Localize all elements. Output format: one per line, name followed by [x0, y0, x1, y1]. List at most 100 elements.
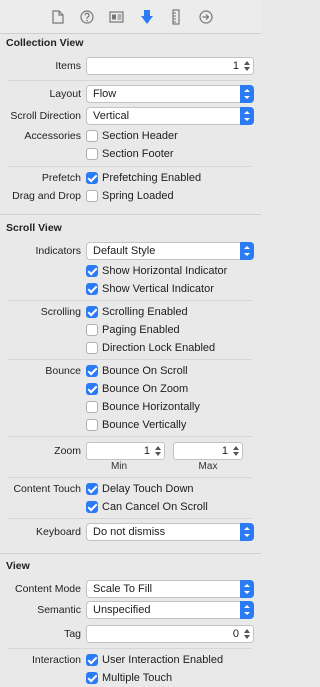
keyboard-label: Keyboard: [36, 526, 81, 538]
paging-enabled-checkbox[interactable]: [86, 324, 98, 336]
attributes-inspector: Collection View Items 1 Layout Flow Scro…: [0, 0, 261, 687]
bounce-vertically-checkbox[interactable]: [86, 419, 98, 431]
layout-popup[interactable]: Flow: [86, 85, 254, 103]
divider: [8, 477, 252, 478]
divider: [8, 648, 252, 649]
keyboard-value: Do not dismiss: [93, 526, 166, 538]
popup-arrows-icon: [240, 242, 254, 260]
section-header-checkbox[interactable]: [86, 130, 98, 142]
section-footer-label: Section Footer: [102, 148, 174, 160]
zoom-label: Zoom: [54, 445, 81, 457]
tag-label: Tag: [64, 628, 81, 640]
prefetch-label: Prefetch: [41, 172, 81, 184]
paging-enabled-label: Paging Enabled: [102, 324, 180, 336]
size-ruler-icon[interactable]: [168, 9, 184, 25]
popup-arrows-icon: [240, 85, 254, 103]
show-vertical-indicator-label: Show Vertical Indicator: [102, 283, 214, 295]
section-footer-checkbox[interactable]: [86, 148, 98, 160]
zoom-max-field[interactable]: 1: [173, 442, 243, 460]
content-mode-value: Scale To Fill: [93, 583, 153, 595]
zoom-min-caption: Min: [110, 461, 128, 472]
user-interaction-enabled-checkbox[interactable]: [86, 654, 98, 666]
zoom-min-field[interactable]: 1: [86, 442, 165, 460]
scroll-direction-value: Vertical: [93, 110, 130, 122]
section-header-label: Section Header: [102, 130, 178, 142]
items-value: 1: [232, 60, 239, 72]
file-icon[interactable]: [50, 9, 66, 25]
delay-touch-down-checkbox[interactable]: [86, 483, 98, 495]
divider: [8, 80, 252, 81]
tag-stepper[interactable]: [242, 627, 252, 641]
divider: [8, 518, 252, 519]
tag-value: 0: [232, 628, 239, 640]
user-interaction-enabled-label: User Interaction Enabled: [102, 654, 224, 666]
show-horizontal-indicator-label: Show Horizontal Indicator: [102, 265, 228, 277]
show-vertical-indicator-checkbox[interactable]: [86, 283, 98, 295]
items-field[interactable]: 1: [86, 57, 254, 75]
scroll-view-header: Scroll View: [6, 222, 62, 234]
indicators-value: Default Style: [93, 245, 156, 257]
zoom-min-value: 1: [143, 445, 150, 457]
accessories-label: Accessories: [24, 130, 81, 142]
scrolling-enabled-checkbox[interactable]: [86, 306, 98, 318]
tag-field[interactable]: 0: [86, 625, 254, 643]
multiple-touch-checkbox[interactable]: [86, 672, 98, 684]
popup-arrows-icon: [240, 523, 254, 541]
zoom-min-stepper[interactable]: [153, 444, 163, 458]
delay-touch-down-label: Delay Touch Down: [102, 483, 194, 495]
identity-icon[interactable]: [108, 9, 124, 25]
layout-label: Layout: [49, 88, 81, 100]
bounce-on-zoom-checkbox[interactable]: [86, 383, 98, 395]
show-horizontal-indicator-checkbox[interactable]: [86, 265, 98, 277]
divider: [8, 359, 252, 360]
bounce-horizontally-label: Bounce Horizontally: [102, 401, 200, 413]
bounce-vertically-label: Bounce Vertically: [102, 419, 187, 431]
scroll-direction-popup[interactable]: Vertical: [86, 107, 254, 125]
direction-lock-checkbox[interactable]: [86, 342, 98, 354]
interaction-label: Interaction: [31, 654, 81, 666]
multiple-touch-label: Multiple Touch: [102, 672, 173, 684]
semantic-popup[interactable]: Unspecified: [86, 601, 254, 619]
zoom-max-stepper[interactable]: [231, 444, 241, 458]
prefetching-enabled-label: Prefetching Enabled: [102, 172, 202, 184]
popup-arrows-icon: [240, 601, 254, 619]
bounce-on-zoom-label: Bounce On Zoom: [102, 383, 189, 395]
spring-loaded-label: Spring Loaded: [102, 190, 174, 202]
items-stepper[interactable]: [242, 59, 252, 73]
indicators-label: Indicators: [35, 245, 81, 257]
collection-view-header: Collection View: [6, 37, 84, 49]
can-cancel-on-scroll-checkbox[interactable]: [86, 501, 98, 513]
divider: [8, 300, 252, 301]
help-icon[interactable]: [79, 9, 95, 25]
scrolling-enabled-label: Scrolling Enabled: [102, 306, 188, 318]
scrolling-label: Scrolling: [40, 306, 81, 318]
bounce-on-scroll-label: Bounce On Scroll: [102, 365, 188, 377]
zoom-max-caption: Max: [198, 461, 218, 472]
popup-arrows-icon: [240, 107, 254, 125]
spring-loaded-checkbox[interactable]: [86, 190, 98, 202]
semantic-label: Semantic: [37, 604, 81, 616]
connections-icon[interactable]: [198, 9, 214, 25]
semantic-value: Unspecified: [93, 604, 151, 616]
popup-arrows-icon: [240, 580, 254, 598]
inspector-toolbar: [0, 0, 261, 34]
divider: [8, 166, 252, 167]
content-mode-popup[interactable]: Scale To Fill: [86, 580, 254, 598]
can-cancel-on-scroll-label: Can Cancel On Scroll: [102, 501, 208, 513]
attributes-icon[interactable]: [139, 9, 155, 25]
view-header: View: [6, 560, 30, 572]
content-touch-label: Content Touch: [13, 483, 81, 495]
direction-lock-label: Direction Lock Enabled: [102, 342, 216, 354]
zoom-max-value: 1: [221, 445, 228, 457]
prefetching-enabled-checkbox[interactable]: [86, 172, 98, 184]
section-separator: [0, 214, 261, 215]
items-label: Items: [55, 60, 81, 72]
indicators-popup[interactable]: Default Style: [86, 242, 254, 260]
layout-value: Flow: [93, 88, 117, 100]
bounce-horizontally-checkbox[interactable]: [86, 401, 98, 413]
bounce-on-scroll-checkbox[interactable]: [86, 365, 98, 377]
scroll-direction-label: Scroll Direction: [10, 110, 81, 122]
bounce-label: Bounce: [45, 365, 81, 377]
section-separator: [0, 553, 261, 554]
keyboard-popup[interactable]: Do not dismiss: [86, 523, 254, 541]
